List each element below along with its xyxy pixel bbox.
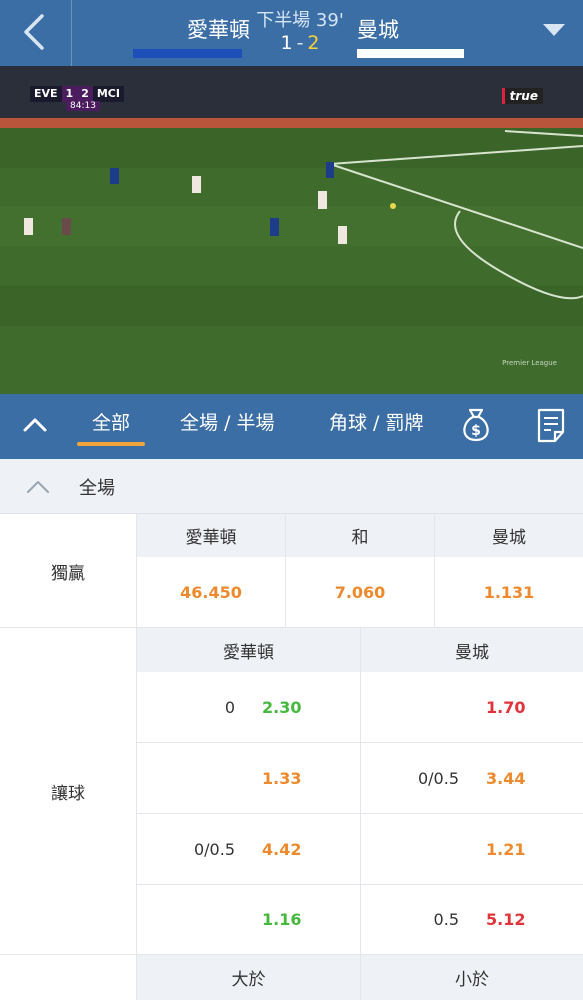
- match-dropdown-icon[interactable]: [543, 24, 565, 36]
- tab-full-half[interactable]: 全場 / 半場: [180, 408, 274, 435]
- home-team-name: 愛華頓: [187, 18, 250, 42]
- win-odds-draw[interactable]: 7.060: [286, 557, 434, 628]
- home-team-color-bar: [133, 49, 242, 58]
- tab-all[interactable]: 全部: [76, 408, 146, 446]
- handicap-line: 0: [224, 698, 235, 717]
- section-collapse-icon[interactable]: [26, 479, 50, 495]
- score-bug-clock: 84:13: [66, 101, 100, 111]
- handicap-odds[interactable]: 1.70: [486, 698, 525, 717]
- away-team-name: 曼城: [357, 18, 399, 42]
- home-score: 1: [280, 32, 293, 54]
- handicap-line: 0/0.5: [193, 840, 235, 859]
- pitch-image: [0, 66, 583, 394]
- match-score: 1-2: [250, 32, 350, 54]
- chevron-left-icon: [24, 14, 44, 50]
- win-header-away: 曼城: [435, 514, 583, 557]
- match-header: 愛華頓 下半場 39' 1-2 曼城: [0, 0, 583, 66]
- score-bug-away-score: 2: [77, 86, 93, 102]
- win-market: 獨贏 愛華頓 和 曼城 46.450 7.060 1.131: [0, 514, 583, 628]
- market-tab-bar: 全部 全場 / 半場 角球 / 罰牌 $: [0, 394, 583, 459]
- handicap-market: 讓球 愛華頓 曼城 0 2.30 1.70 1.33 0/0.5 3.44 0/…: [0, 628, 583, 955]
- handicap-line: 0.5: [433, 910, 459, 929]
- away-score: 2: [307, 32, 320, 54]
- handicap-market-label: 讓球: [0, 628, 137, 955]
- score-bug-away: MCI: [92, 86, 124, 102]
- league-watermark: Premier League: [502, 359, 557, 367]
- match-period: 下半場 39': [256, 10, 344, 31]
- svg-text:$: $: [471, 423, 481, 439]
- handicap-odds[interactable]: 1.21: [486, 840, 525, 859]
- collapse-chevron-icon[interactable]: [22, 412, 48, 438]
- handicap-header-home: 愛華頓: [137, 628, 360, 672]
- live-video-player[interactable]: EVE 1 2 MCI 84:13 true Premier League: [0, 66, 583, 394]
- total-market-label: [0, 955, 137, 1000]
- handicap-odds[interactable]: 5.12: [486, 910, 525, 929]
- total-market: 大於 小於: [0, 955, 583, 1000]
- handicap-odds[interactable]: 4.42: [262, 840, 301, 859]
- back-button[interactable]: [0, 0, 72, 66]
- score-bug-home: EVE: [30, 86, 62, 102]
- section-title: 全場: [79, 478, 115, 499]
- away-team-color-bar: [357, 49, 464, 58]
- total-header-under: 小於: [361, 955, 583, 1000]
- money-bag-icon[interactable]: $: [458, 406, 494, 444]
- win-odds-home[interactable]: 46.450: [137, 557, 285, 628]
- score-bug: EVE 1 2 MCI 84:13: [30, 86, 124, 111]
- handicap-header-away: 曼城: [361, 628, 583, 672]
- tab-corners-cards[interactable]: 角球 / 罰牌: [329, 408, 423, 435]
- win-market-label: 獨贏: [0, 514, 137, 628]
- total-header-over: 大於: [137, 955, 360, 1000]
- handicap-odds[interactable]: 3.44: [486, 769, 525, 788]
- section-full-time[interactable]: 全場: [0, 459, 583, 514]
- broadcaster-logo: true: [501, 88, 543, 104]
- win-odds-away[interactable]: 1.131: [435, 557, 583, 628]
- document-icon[interactable]: [536, 408, 566, 444]
- score-bug-home-score: 1: [61, 86, 78, 102]
- win-header-home: 愛華頓: [137, 514, 285, 557]
- handicap-odds[interactable]: 2.30: [262, 698, 301, 717]
- win-header-draw: 和: [286, 514, 434, 557]
- handicap-odds[interactable]: 1.33: [262, 769, 301, 788]
- handicap-line: 0/0.5: [417, 769, 459, 788]
- score-separator: -: [296, 32, 304, 54]
- handicap-odds[interactable]: 1.16: [262, 910, 301, 929]
